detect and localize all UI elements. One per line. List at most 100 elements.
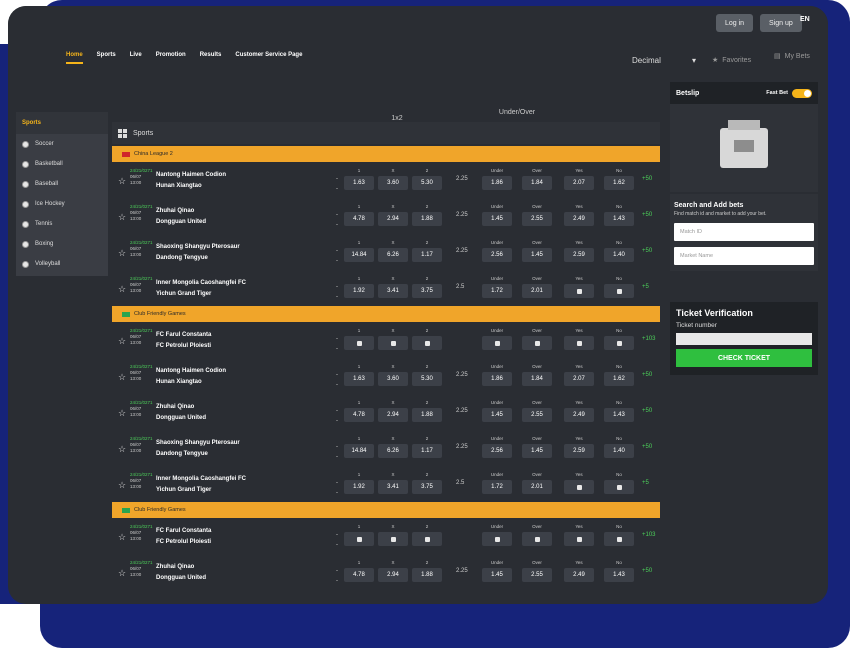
odds-button[interactable]: 1.92 (344, 480, 374, 494)
favorite-star-icon[interactable]: ☆ (118, 568, 126, 579)
odds-cell-no[interactable]: No (604, 524, 634, 546)
odds-button[interactable] (564, 480, 594, 494)
odds-cell-o2[interactable]: 2 (412, 524, 442, 546)
market-name-input[interactable]: Market Name (674, 247, 814, 265)
odds-button[interactable]: 3.60 (378, 176, 408, 190)
odds-cell-o2[interactable]: 2 (412, 328, 442, 350)
odds-cell-yes[interactable]: Yes 2.49 (564, 204, 594, 226)
odds-button[interactable] (564, 532, 594, 546)
odds-cell-no[interactable]: No 1.62 (604, 364, 634, 386)
odds-button[interactable]: 2.55 (522, 408, 552, 422)
odds-cell-o1[interactable]: 1 1.92 (344, 276, 374, 298)
odds-button[interactable]: 2.94 (378, 212, 408, 226)
signup-button[interactable]: Sign up (760, 14, 802, 32)
match-id-input[interactable]: Match ID (674, 223, 814, 241)
match-teams[interactable]: Zhuhai Qinao Dongguan United (156, 562, 206, 584)
more-markets-link[interactable]: +5 (642, 480, 649, 486)
sidebar-item[interactable]: Soccer (16, 134, 108, 154)
favorite-star-icon[interactable]: ☆ (118, 212, 126, 223)
odds-cell-under[interactable]: Under 2.56 (482, 436, 512, 458)
odds-button[interactable] (482, 336, 512, 350)
odds-cell-under[interactable]: Under 1.45 (482, 560, 512, 582)
favorite-star-icon[interactable]: ☆ (118, 532, 126, 543)
match-teams[interactable]: Inner Mongolia Caoshangfei FC Yichun Gran… (156, 474, 246, 496)
odds-button[interactable]: 1.45 (522, 444, 552, 458)
odds-cell-ox[interactable]: X 2.94 (378, 204, 408, 226)
sidebar-item[interactable]: Ice Hockey (16, 194, 108, 214)
odds-cell-yes[interactable]: Yes (564, 472, 594, 494)
odds-cell-under[interactable]: Under 1.72 (482, 276, 512, 298)
odds-cell-ox[interactable]: X (378, 328, 408, 350)
odds-button[interactable]: 2.07 (564, 176, 594, 190)
odds-button[interactable]: 1.45 (482, 212, 512, 226)
odds-button[interactable]: 1.40 (604, 248, 634, 262)
odds-button[interactable]: 3.75 (412, 284, 442, 298)
odds-cell-under[interactable]: Under 1.72 (482, 472, 512, 494)
odds-button[interactable]: 14.84 (344, 248, 374, 262)
odds-cell-yes[interactable]: Yes (564, 524, 594, 546)
odds-cell-no[interactable]: No 1.40 (604, 436, 634, 458)
odds-cell-no[interactable]: No 1.43 (604, 560, 634, 582)
odds-format-select[interactable]: Decimal ▾ (632, 56, 696, 65)
odds-cell-o1[interactable]: 1 4.78 (344, 560, 374, 582)
odds-cell-over[interactable]: Over 1.84 (522, 364, 552, 386)
odds-button[interactable]: 6.26 (378, 444, 408, 458)
nav-results[interactable]: Results (200, 52, 222, 64)
odds-cell-under[interactable]: Under (482, 328, 512, 350)
odds-cell-under[interactable]: Under 1.86 (482, 364, 512, 386)
more-markets-link[interactable]: +50 (642, 408, 652, 414)
odds-button[interactable]: 1.86 (482, 176, 512, 190)
odds-cell-no[interactable]: No (604, 328, 634, 350)
odds-button[interactable] (412, 336, 442, 350)
odds-button[interactable]: 4.78 (344, 568, 374, 582)
nav-customer-service[interactable]: Customer Service Page (235, 52, 302, 64)
odds-cell-over[interactable]: Over 1.45 (522, 240, 552, 262)
odds-cell-over[interactable]: Over 1.84 (522, 168, 552, 190)
more-markets-link[interactable]: +103 (642, 532, 656, 538)
more-markets-link[interactable]: +50 (642, 176, 652, 182)
odds-button[interactable]: 1.40 (604, 444, 634, 458)
odds-button[interactable]: 3.41 (378, 284, 408, 298)
odds-cell-under[interactable]: Under 2.56 (482, 240, 512, 262)
odds-button[interactable]: 1.17 (412, 444, 442, 458)
sidebar-item[interactable]: Basketball (16, 154, 108, 174)
odds-button[interactable] (604, 480, 634, 494)
sidebar-item[interactable]: Boxing (16, 234, 108, 254)
odds-cell-yes[interactable]: Yes 2.59 (564, 240, 594, 262)
nav-promotion[interactable]: Promotion (156, 52, 186, 64)
favorites-link[interactable]: ★ Favorites (712, 56, 751, 65)
odds-cell-o1[interactable]: 1 (344, 524, 374, 546)
odds-cell-yes[interactable]: Yes 2.49 (564, 400, 594, 422)
odds-button[interactable]: 1.45 (482, 408, 512, 422)
check-ticket-button[interactable]: CHECK TICKET (676, 349, 812, 367)
odds-button[interactable]: 2.59 (564, 444, 594, 458)
odds-cell-o2[interactable]: 2 1.17 (412, 240, 442, 262)
odds-cell-ox[interactable]: X 3.60 (378, 168, 408, 190)
odds-button[interactable]: 1.86 (482, 372, 512, 386)
more-markets-link[interactable]: +50 (642, 444, 652, 450)
odds-cell-over[interactable]: Over 2.55 (522, 204, 552, 226)
odds-cell-o2[interactable]: 2 1.88 (412, 204, 442, 226)
odds-cell-o2[interactable]: 2 5.30 (412, 168, 442, 190)
odds-cell-ox[interactable]: X 2.94 (378, 560, 408, 582)
odds-cell-o1[interactable]: 1 1.63 (344, 364, 374, 386)
odds-button[interactable]: 5.30 (412, 176, 442, 190)
odds-button[interactable] (482, 532, 512, 546)
nav-sports[interactable]: Sports (97, 52, 116, 64)
odds-cell-o2[interactable]: 2 1.88 (412, 560, 442, 582)
more-markets-link[interactable]: +50 (642, 248, 652, 254)
favorite-star-icon[interactable]: ☆ (118, 248, 126, 259)
odds-button[interactable]: 2.94 (378, 408, 408, 422)
more-markets-link[interactable]: +50 (642, 372, 652, 378)
odds-button[interactable]: 14.84 (344, 444, 374, 458)
odds-button[interactable]: 3.60 (378, 372, 408, 386)
more-markets-link[interactable]: +50 (642, 212, 652, 218)
odds-button[interactable]: 1.45 (482, 568, 512, 582)
odds-cell-o1[interactable]: 1 14.84 (344, 436, 374, 458)
match-teams[interactable]: Zhuhai Qinao Dongguan United (156, 206, 206, 228)
odds-button[interactable]: 1.84 (522, 176, 552, 190)
odds-button[interactable]: 3.41 (378, 480, 408, 494)
odds-cell-no[interactable]: No 1.43 (604, 204, 634, 226)
favorite-star-icon[interactable]: ☆ (118, 408, 126, 419)
odds-button[interactable]: 2.49 (564, 568, 594, 582)
